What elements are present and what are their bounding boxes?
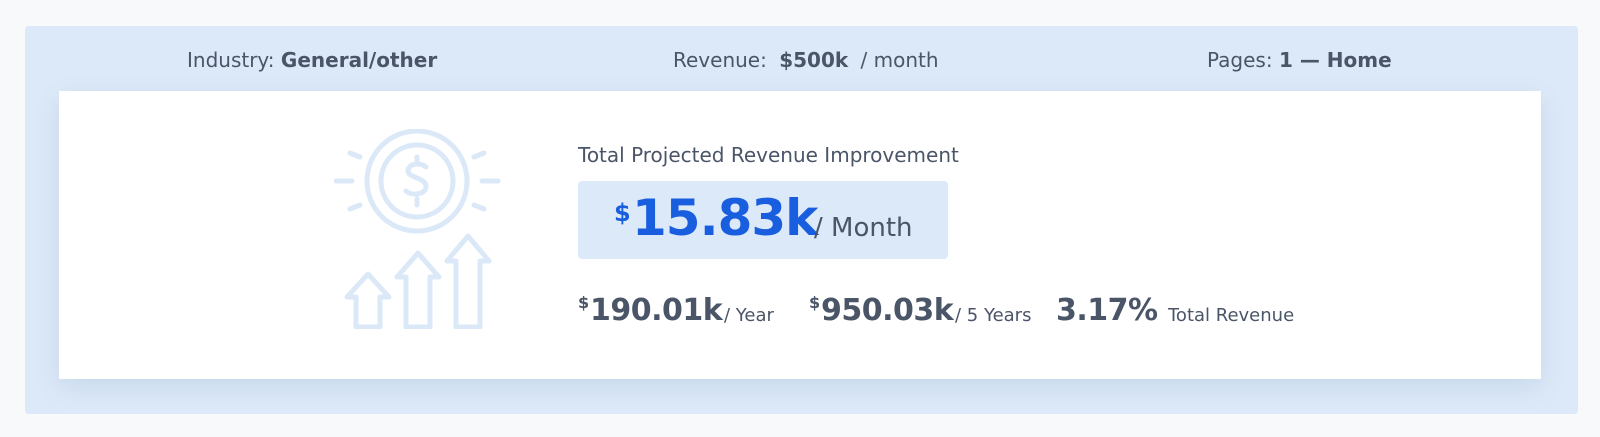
revenue-unit: / month <box>860 48 939 72</box>
five-year-value: 950.03k <box>821 293 954 328</box>
monthly-unit: / Month <box>814 213 913 243</box>
monthly-currency: $ <box>614 199 631 227</box>
revenue-summary-panel: Industry: General/other Revenue: $500k /… <box>25 26 1578 414</box>
revenue-info: Revenue: $500k / month <box>673 48 939 72</box>
industry-info: Industry: General/other <box>187 48 437 72</box>
industry-label: Industry: <box>187 48 275 72</box>
revenue-growth-icon <box>334 129 501 329</box>
percent-unit: Total Revenue <box>1168 305 1295 326</box>
five-year-currency: $ <box>809 293 821 312</box>
projection-card: Total Projected Revenue Improvement $ 15… <box>59 91 1541 379</box>
percent-value: 3.17% <box>1056 293 1158 328</box>
assumptions-row: Industry: General/other Revenue: $500k /… <box>25 26 1578 90</box>
monthly-improvement-box: $ 15.83k / Month <box>578 181 948 259</box>
yearly-value: 190.01k <box>590 293 723 328</box>
five-year-unit: / 5 Years <box>955 305 1032 326</box>
monthly-value: 15.83k <box>632 189 818 247</box>
yearly-currency: $ <box>578 293 590 312</box>
pages-value: 1 — Home <box>1278 48 1392 72</box>
yearly-unit: / Year <box>724 305 774 326</box>
revenue-value: $500k <box>779 48 849 72</box>
pages-info: Pages: 1 — Home <box>1207 48 1392 72</box>
revenue-label: Revenue: <box>673 48 767 72</box>
industry-value: General/other <box>280 48 438 72</box>
projection-title: Total Projected Revenue Improvement <box>578 143 959 167</box>
pages-label: Pages: <box>1207 48 1273 72</box>
